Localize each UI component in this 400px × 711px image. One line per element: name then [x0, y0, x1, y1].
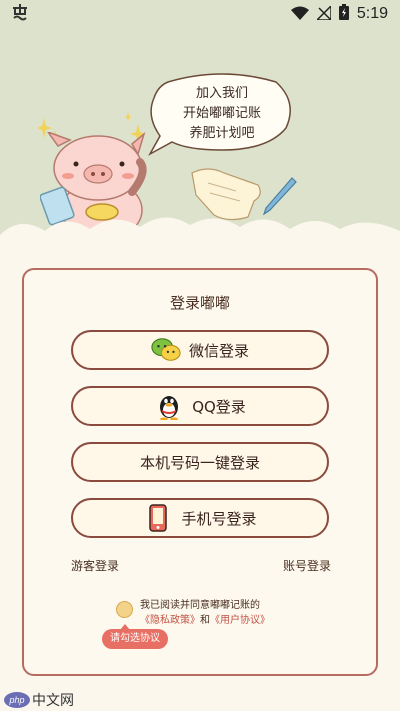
wechat-icon — [151, 335, 181, 365]
agreement-and: 和 — [200, 615, 210, 626]
php-logo: php — [4, 692, 30, 708]
one-click-login-label: 本机号码一键登录 — [139, 453, 260, 472]
cloud-divider — [0, 217, 400, 275]
login-card: 登录嘟嘟 微信登录 QQ登录 本机号码一键登录 手机号登录 游客登录 账号登录 … — [22, 268, 378, 676]
app-notification-icon — [10, 2, 30, 26]
speech-bubble: 加入我们 开始嘟嘟记账 养肥计划吧 — [148, 72, 296, 158]
qq-login-label: QQ登录 — [192, 397, 246, 416]
guest-login-link[interactable]: 游客登录 — [71, 557, 119, 574]
wechat-login-button[interactable]: 微信登录 — [71, 330, 329, 370]
bubble-line: 养肥计划吧 — [189, 126, 255, 141]
qq-penguin-icon — [154, 391, 184, 421]
agreement-tip: 请勾选协议 — [102, 624, 168, 649]
one-click-login-button[interactable]: 本机号码一键登录 — [71, 442, 329, 482]
watermark: php 中文网 — [4, 690, 74, 710]
agreement-prefix: 我已阅读并同意嘟嘟记账的 — [140, 600, 260, 611]
wifi-icon — [290, 5, 309, 24]
phone-login-button[interactable]: 手机号登录 — [71, 498, 329, 538]
wechat-login-label: 微信登录 — [188, 341, 249, 360]
status-time: 5:19 — [356, 5, 388, 22]
bubble-line: 加入我们 — [195, 86, 248, 101]
user-agreement-link[interactable]: 《用户协议》 — [210, 615, 270, 626]
phone-icon — [143, 503, 173, 533]
qq-login-button[interactable]: QQ登录 — [71, 386, 329, 426]
status-bar: 5:19 — [0, 0, 400, 28]
watermark-text: 中文网 — [32, 693, 74, 709]
bubble-line: 开始嘟嘟记账 — [182, 106, 261, 121]
card-title: 登录嘟嘟 — [169, 294, 230, 312]
agreement-checkbox[interactable] — [116, 601, 133, 618]
agreement-text: 我已阅读并同意嘟嘟记账的 《隐私政策》和《用户协议》 — [140, 598, 310, 628]
alt-login-links: 游客登录 账号登录 — [71, 557, 331, 574]
phone-login-label: 手机号登录 — [181, 509, 257, 528]
account-login-link[interactable]: 账号登录 — [283, 557, 331, 574]
privacy-policy-link[interactable]: 《隐私政策》 — [140, 615, 200, 626]
signal-off-icon — [315, 3, 332, 24]
battery-icon — [338, 4, 349, 24]
